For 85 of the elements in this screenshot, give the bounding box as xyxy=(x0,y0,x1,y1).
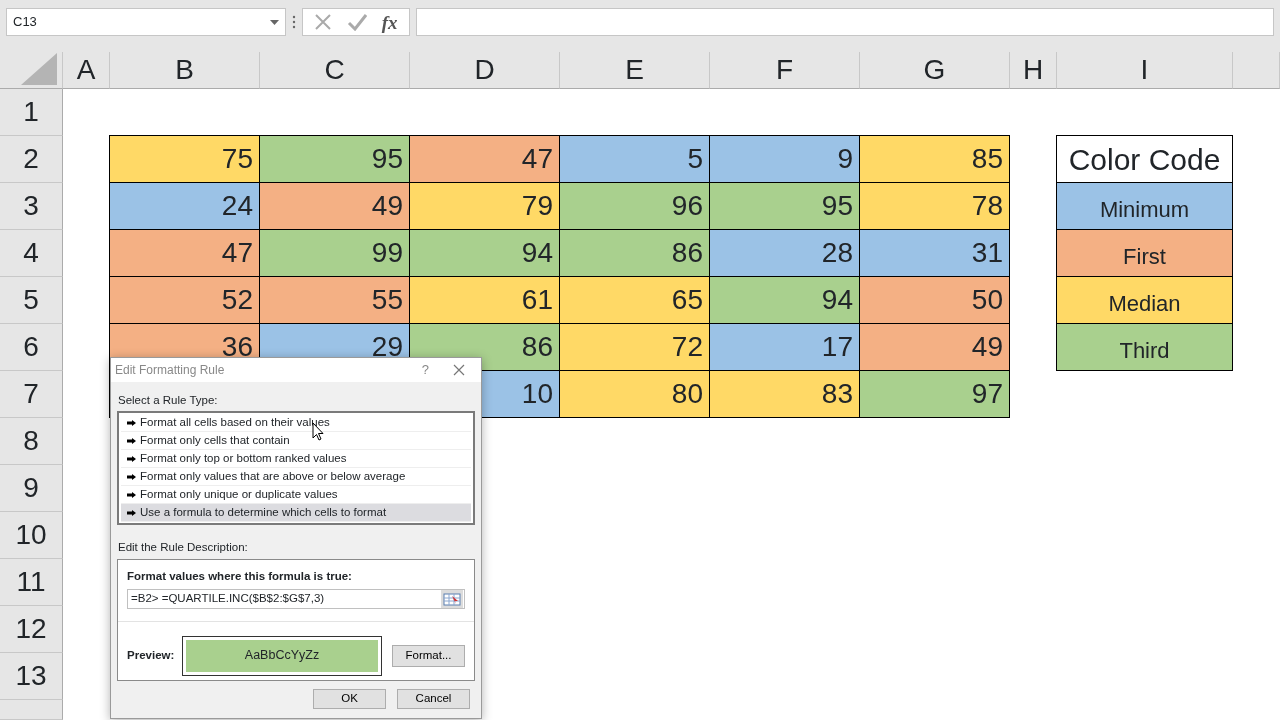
formula-field[interactable]: =B2> =QUARTILE.INC($B$2:$G$7,3) xyxy=(127,588,465,609)
arrow-icon xyxy=(127,473,136,480)
table-cell: 47 xyxy=(109,229,260,277)
rule-type-item[interactable]: Format only values that are above or below average xyxy=(121,468,471,487)
row-header[interactable] xyxy=(0,700,63,720)
table-cell: 50 xyxy=(859,276,1010,324)
cancel-button[interactable]: Cancel xyxy=(397,688,470,709)
name-box[interactable]: C13 xyxy=(6,8,286,36)
table-cell: 17 xyxy=(709,323,860,371)
table-cell: 94 xyxy=(409,229,560,277)
table-cell: 9 xyxy=(709,135,860,183)
column-header[interactable]: H xyxy=(1010,52,1057,89)
table-cell: 28 xyxy=(709,229,860,277)
row-header[interactable]: 1 xyxy=(0,89,63,136)
rule-type-item[interactable]: Format only top or bottom ranked values xyxy=(121,450,471,469)
row-header[interactable]: 2 xyxy=(0,136,63,183)
table-cell: 94 xyxy=(709,276,860,324)
insert-function-button[interactable]: fx xyxy=(381,12,398,32)
table-cell: 86 xyxy=(559,229,710,277)
rule-type-list[interactable] xyxy=(117,411,475,526)
checkmark-icon[interactable] xyxy=(347,13,368,31)
preview-label: Preview: xyxy=(127,648,176,664)
column-header[interactable]: G xyxy=(860,52,1010,89)
table-cell: 55 xyxy=(259,276,410,324)
table-cell: 49 xyxy=(859,323,1010,371)
row-header[interactable]: 12 xyxy=(0,606,63,653)
formula-label: Format values where this formula is true: xyxy=(126,568,353,584)
table-cell: 78 xyxy=(859,182,1010,230)
column-header[interactable]: I xyxy=(1057,52,1233,89)
arrow-icon xyxy=(127,419,136,426)
row-header[interactable]: 10 xyxy=(0,512,63,559)
row-header[interactable]: 7 xyxy=(0,371,63,418)
table-cell: 75 xyxy=(109,135,260,183)
formula-bar[interactable] xyxy=(416,8,1274,36)
row-header[interactable]: 8 xyxy=(0,418,63,465)
table-cell: 85 xyxy=(859,135,1010,183)
table-cell: 80 xyxy=(559,370,710,418)
table-cell: 72 xyxy=(559,323,710,371)
legend-item: Median xyxy=(1056,276,1233,324)
ok-button[interactable]: OK xyxy=(313,688,386,709)
column-header[interactable]: D xyxy=(410,52,560,89)
table-cell: 61 xyxy=(409,276,560,324)
column-header[interactable]: F xyxy=(710,52,860,89)
description-label: Edit the Rule Description: xyxy=(117,540,249,556)
legend-item: Third xyxy=(1056,323,1233,371)
row-header[interactable]: 3 xyxy=(0,183,63,230)
rule-type-label: Select a Rule Type: xyxy=(117,393,219,408)
preview-sample: AaBbCcYyZz xyxy=(182,635,382,676)
column-header[interactable]: C xyxy=(260,52,410,89)
arrow-icon xyxy=(127,509,136,516)
table-cell: 99 xyxy=(259,229,410,277)
row-header[interactable]: 6 xyxy=(0,324,63,371)
table-cell: 31 xyxy=(859,229,1010,277)
row-header[interactable]: 9 xyxy=(0,465,63,512)
table-cell: 97 xyxy=(859,370,1010,418)
table-cell: 96 xyxy=(559,182,710,230)
table-cell: 47 xyxy=(409,135,560,183)
table-cell: 79 xyxy=(409,182,560,230)
legend-item: Minimum xyxy=(1056,182,1233,230)
table-cell: 95 xyxy=(709,182,860,230)
column-header[interactable]: B xyxy=(110,52,260,89)
column-header[interactable]: A xyxy=(63,52,110,89)
table-cell: 83 xyxy=(709,370,860,418)
arrow-icon xyxy=(127,455,136,462)
column-header[interactable] xyxy=(1233,52,1280,89)
row-header[interactable]: 11 xyxy=(0,559,63,606)
table-cell: 24 xyxy=(109,182,260,230)
arrow-icon xyxy=(127,491,136,498)
legend-item: First xyxy=(1056,229,1233,277)
row-header[interactable]: 13 xyxy=(0,653,63,700)
dropdown-icon[interactable] xyxy=(270,19,279,25)
row-header[interactable]: 4 xyxy=(0,230,63,277)
arrow-icon xyxy=(127,437,136,444)
table-cell: 5 xyxy=(559,135,710,183)
table-cell: 95 xyxy=(259,135,410,183)
close-icon[interactable] xyxy=(453,364,465,376)
cancel-icon[interactable] xyxy=(314,13,333,31)
range-picker-icon[interactable] xyxy=(441,589,463,608)
table-cell: 65 xyxy=(559,276,710,324)
rule-type-item[interactable]: Use a formula to determine which cells to format xyxy=(121,504,471,523)
format-button[interactable]: Format... xyxy=(392,644,465,667)
column-header[interactable]: E xyxy=(560,52,710,89)
row-header[interactable]: 5 xyxy=(0,277,63,324)
table-cell: 49 xyxy=(259,182,410,230)
table-cell: 52 xyxy=(109,276,260,324)
